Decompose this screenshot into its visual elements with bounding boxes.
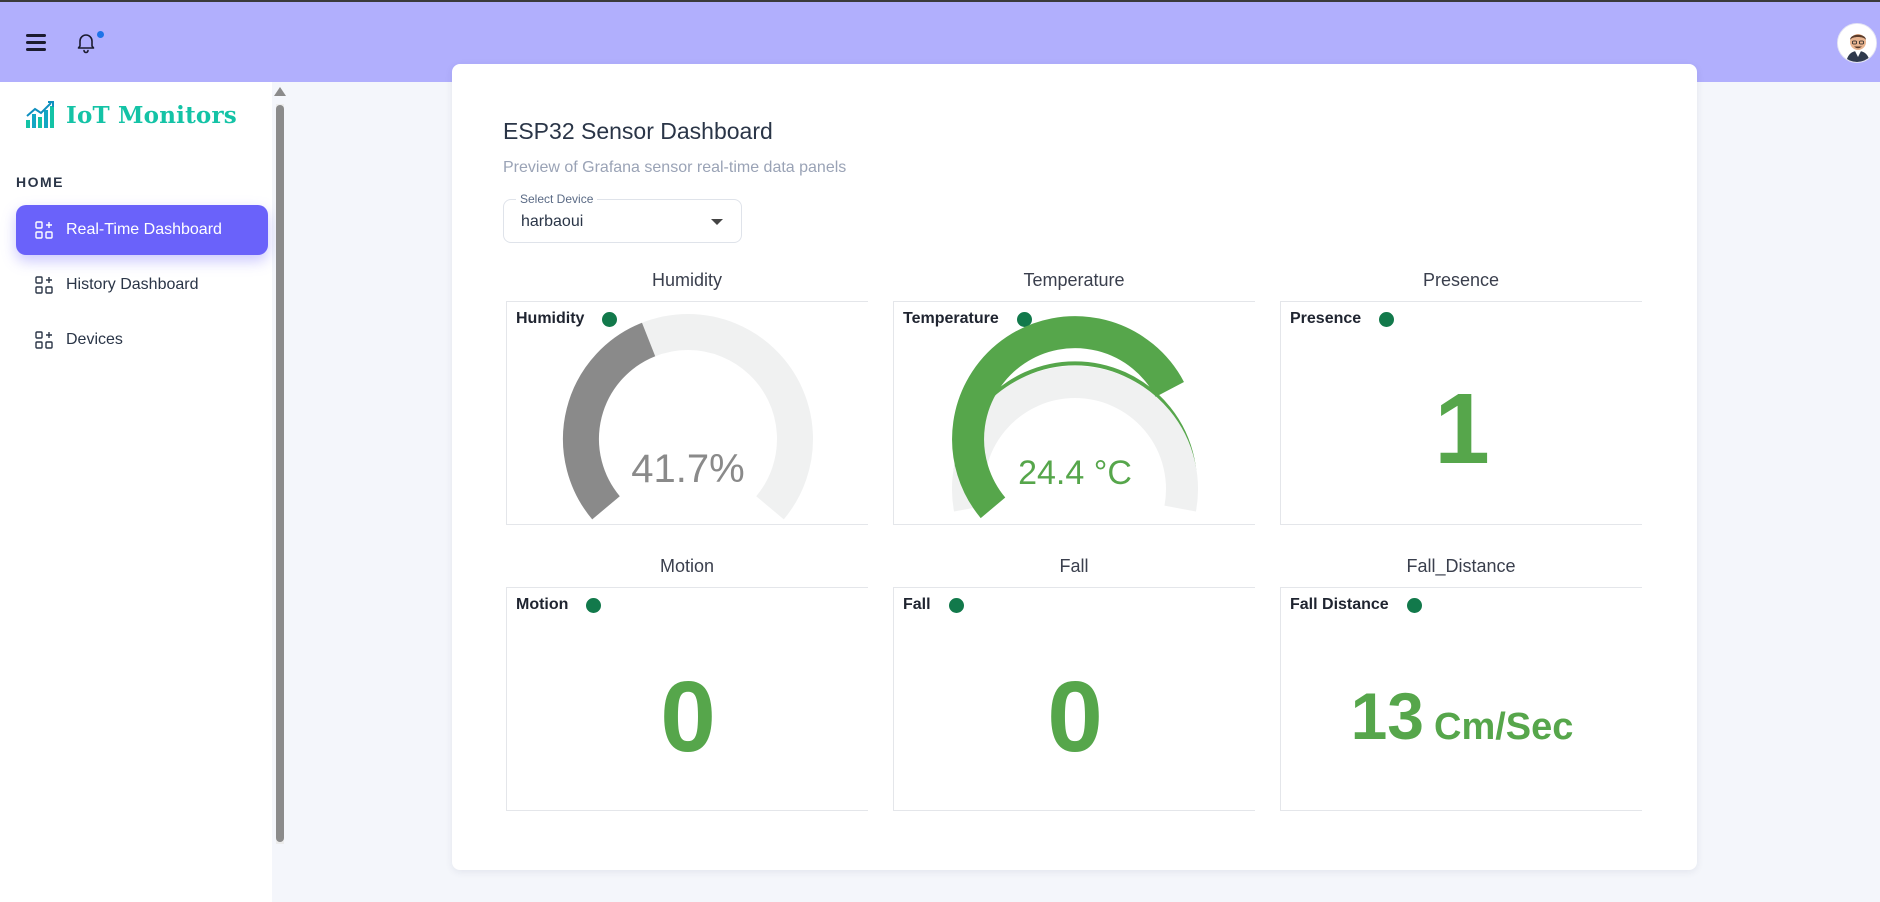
panel-header: Presence	[1290, 310, 1395, 328]
panel-fall[interactable]: Fall 0	[893, 587, 1255, 811]
humidity-gauge-value: 41.7%	[631, 447, 744, 491]
panel-header: Fall Distance	[1290, 596, 1422, 614]
panel-label: Fall	[903, 596, 931, 613]
sidebar-item-label: History Dashboard	[66, 276, 199, 293]
device-select-value: harbaoui	[521, 213, 584, 230]
sidebar-item-history-dashboard[interactable]: History Dashboard	[16, 260, 268, 310]
grid-plus-icon	[35, 221, 53, 239]
temperature-gauge-value: 24.4 °C	[1018, 454, 1132, 492]
sidebar-item-real-time-dashboard[interactable]: Real-Time Dashboard	[16, 205, 268, 255]
panel-title-fall-distance: Fall_Distance	[1406, 556, 1516, 576]
panel-fall-distance[interactable]: Fall Distance 13 Cm/Sec	[1280, 587, 1642, 811]
fall-distance-unit: Cm/Sec	[1434, 706, 1574, 748]
sidebar-item-label: Real-Time Dashboard	[66, 221, 222, 238]
panel-title-temperature: Temperature	[1023, 270, 1125, 290]
fall-value: 0	[1047, 661, 1103, 773]
device-select-label: Select Device	[516, 192, 598, 206]
panel-header: Motion	[516, 596, 602, 614]
sidebar-item-label: Devices	[66, 331, 123, 348]
chevron-down-icon	[711, 219, 723, 225]
humidity-gauge: 41.7%	[562, 314, 813, 520]
app-logo-text: IoT Monitors	[66, 101, 237, 129]
notification-badge	[97, 31, 104, 38]
panel-temperature[interactable]: Temperature 24.4 °C	[893, 301, 1255, 525]
page-title: ESP32 Sensor Dashboard	[503, 118, 773, 144]
scroll-up-arrow-icon[interactable]	[274, 87, 286, 96]
bell-icon[interactable]	[74, 30, 98, 54]
user-avatar[interactable]	[1837, 23, 1877, 63]
fall-distance-number: 13	[1350, 679, 1424, 753]
presence-value: 1	[1434, 373, 1490, 485]
motion-value: 0	[660, 661, 716, 773]
dashboard-card: ESP32 Sensor Dashboard Preview of Grafan…	[452, 64, 1697, 870]
panel-title-presence: Presence	[1422, 270, 1500, 290]
panel-title-fall: Fall	[1059, 556, 1089, 576]
panel-title-motion: Motion	[659, 556, 715, 576]
sidebar-item-devices[interactable]: Devices	[16, 315, 268, 365]
panel-label: Fall Distance	[1290, 596, 1389, 613]
panel-header: Fall	[903, 596, 964, 614]
status-dot[interactable]	[1406, 597, 1422, 613]
scroll-thumb[interactable]	[276, 105, 284, 842]
sidebar: IoT Monitors HOME Real-Time Dashboard Hi…	[0, 82, 272, 902]
sidebar-scrollbar[interactable]	[274, 82, 286, 844]
fall-distance-value: 13 Cm/Sec	[1281, 676, 1643, 767]
nav-section-label: HOME	[16, 174, 64, 190]
page-subtitle: Preview of Grafana sensor real-time data…	[503, 159, 847, 176]
panel-motion[interactable]: Motion 0	[506, 587, 868, 811]
app-logo[interactable]: IoT Monitors	[24, 100, 237, 130]
grid-plus-icon	[35, 276, 53, 294]
bar-chart-logo-icon	[26, 101, 54, 128]
status-dot[interactable]	[1379, 311, 1395, 327]
status-dot[interactable]	[948, 597, 964, 613]
panel-label: Motion	[516, 596, 569, 613]
panel-presence[interactable]: Presence 1	[1280, 301, 1642, 525]
device-select[interactable]: Select Device harbaoui	[503, 192, 742, 243]
panel-title-humidity: Humidity	[651, 270, 722, 290]
temperature-gauge: 24.4 °C	[952, 316, 1198, 519]
panel-humidity[interactable]: Humidity 41.7%	[506, 301, 868, 525]
grid-plus-icon	[35, 331, 53, 349]
panel-label: Presence	[1290, 310, 1362, 327]
status-dot[interactable]	[586, 597, 602, 613]
hamburger-menu-icon[interactable]	[24, 32, 48, 52]
